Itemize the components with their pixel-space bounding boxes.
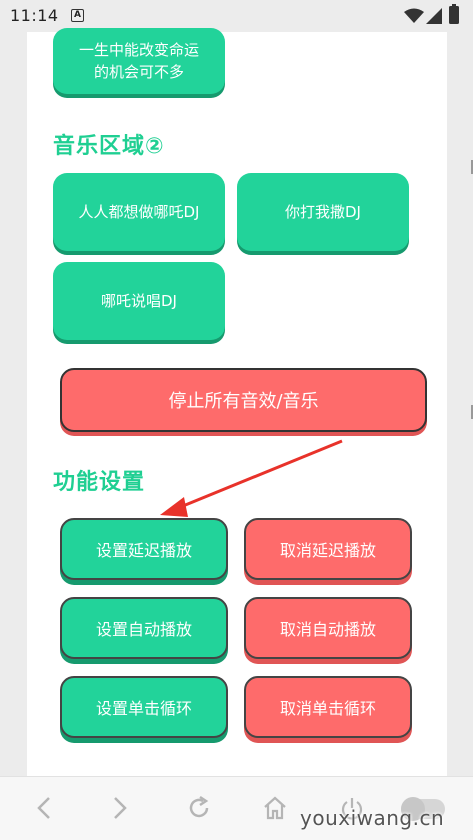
signal-icon xyxy=(426,8,442,28)
destiny-sound-line1: 一生中能改变命运 xyxy=(78,40,199,59)
set-auto-play-button[interactable]: 设置自动播放 xyxy=(60,597,228,659)
battery-icon xyxy=(449,4,459,24)
music-section-title: 音乐区域② xyxy=(53,134,165,159)
forward-icon[interactable] xyxy=(110,795,130,821)
refresh-icon[interactable] xyxy=(186,795,212,821)
back-icon[interactable] xyxy=(34,795,54,821)
home-icon[interactable] xyxy=(262,795,288,821)
set-delay-play-button[interactable]: 设置延迟播放 xyxy=(60,518,228,580)
destiny-sound-line2: 的机会可不多 xyxy=(93,63,184,81)
phone-screen: 11:14 A 一生中能改变命运 的机会可不多 音乐区域② 人人都想做哪吒DJ … xyxy=(0,0,473,840)
watermark: youxiwang.cn xyxy=(300,806,445,830)
music-button-2[interactable]: 你打我撒DJ xyxy=(237,173,409,251)
status-time: 11:14 xyxy=(10,6,59,25)
music-button-1[interactable]: 人人都想做哪吒DJ xyxy=(53,173,225,251)
cancel-auto-play-button[interactable]: 取消自动播放 xyxy=(244,597,412,659)
stop-all-button[interactable]: 停止所有音效/音乐 xyxy=(60,368,427,432)
notification-a-icon: A xyxy=(71,9,84,22)
wifi-icon xyxy=(404,8,424,28)
destiny-sound-button[interactable]: 一生中能改变命运 的机会可不多 xyxy=(53,28,225,94)
content-area[interactable]: 一生中能改变命运 的机会可不多 音乐区域② 人人都想做哪吒DJ 你打我撒DJ 哪… xyxy=(27,28,447,776)
cancel-delay-play-button[interactable]: 取消延迟播放 xyxy=(244,518,412,580)
cancel-click-loop-button[interactable]: 取消单击循环 xyxy=(244,676,412,738)
function-section-title: 功能设置 xyxy=(53,470,146,495)
music-button-3[interactable]: 哪吒说唱DJ xyxy=(53,262,225,340)
set-click-loop-button[interactable]: 设置单击循环 xyxy=(60,676,228,738)
